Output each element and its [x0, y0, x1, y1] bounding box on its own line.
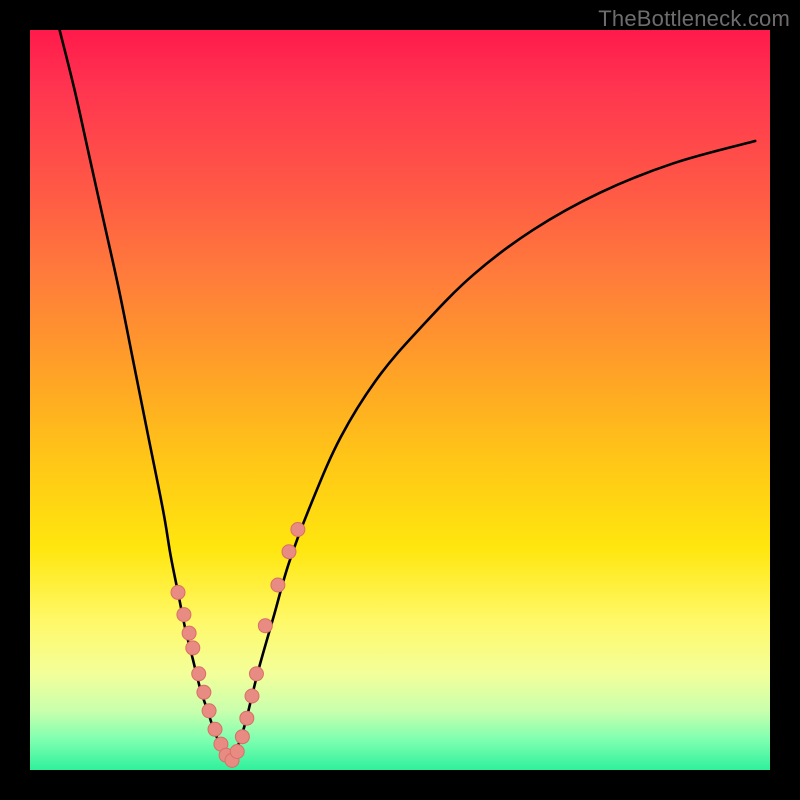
marker-dot — [249, 667, 263, 681]
chart-svg — [30, 30, 770, 770]
marker-dot — [186, 641, 200, 655]
marker-dot — [282, 545, 296, 559]
marker-dot — [171, 585, 185, 599]
watermark-text: TheBottleneck.com — [598, 6, 790, 32]
marker-dot — [208, 722, 222, 736]
marker-dot — [235, 730, 249, 744]
marker-dot — [182, 626, 196, 640]
line-series — [60, 30, 756, 763]
chart-frame: TheBottleneck.com — [0, 0, 800, 800]
marker-dot — [271, 578, 285, 592]
marker-dot — [240, 711, 254, 725]
plot-area — [30, 30, 770, 770]
curve-left-branch — [60, 30, 230, 763]
marker-dot — [192, 667, 206, 681]
marker-dot — [197, 685, 211, 699]
marker-dot — [245, 689, 259, 703]
marker-dot — [258, 619, 272, 633]
marker-dot — [230, 745, 244, 759]
marker-dot — [202, 704, 216, 718]
curve-right-branch — [230, 141, 755, 763]
marker-dot — [177, 608, 191, 622]
marker-dot — [291, 523, 305, 537]
marker-dots — [171, 523, 305, 768]
